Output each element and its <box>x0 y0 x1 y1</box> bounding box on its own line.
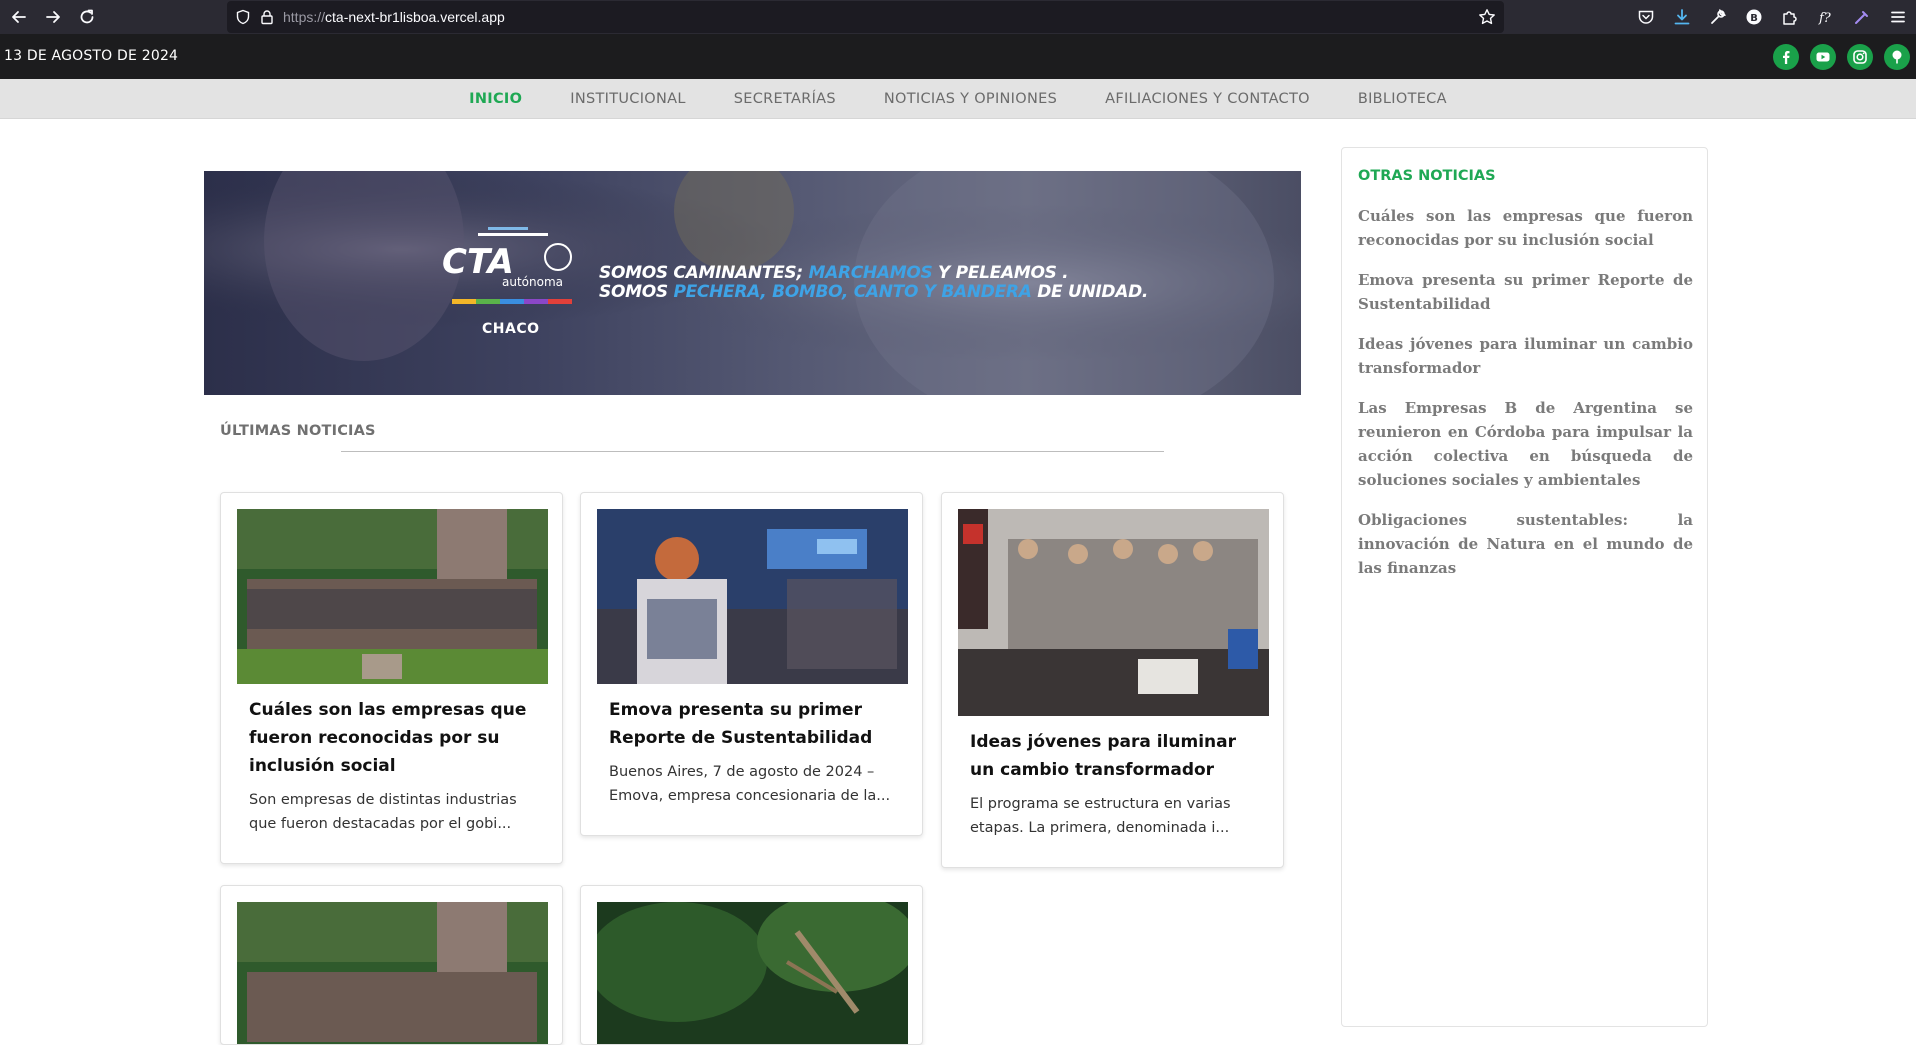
reload-icon <box>80 9 94 24</box>
wrench-icon <box>1711 8 1727 24</box>
banner-slogan-line1: SOMOS CAMINANTES; MARCHAMOS Y PELEAMOS . <box>599 263 1069 283</box>
other-news-item[interactable]: Obligaciones sustentables: la innovación… <box>1358 508 1693 580</box>
news-card[interactable]: Ideas jóvenes para iluminar un cambio tr… <box>941 492 1284 868</box>
puzzle-icon <box>1783 11 1797 25</box>
other-news-item[interactable]: Cuáles son las empresas que fueron recon… <box>1358 204 1693 252</box>
other-news-title: OTRAS NOTICIAS <box>1358 168 1496 184</box>
logo-sub: autónoma <box>502 275 563 289</box>
cta-logo: CTA autónoma <box>442 227 572 304</box>
lock-icon[interactable] <box>259 9 275 25</box>
pocket-button[interactable] <box>1628 0 1664 34</box>
forward-button[interactable] <box>36 0 70 34</box>
news-card[interactable]: Emova presenta su primer Reporte de Sust… <box>580 492 923 836</box>
function-icon: f? <box>1818 11 1832 26</box>
hamburger-icon <box>1891 11 1905 23</box>
nav-item-afiliaciones-contacto[interactable]: AFILIACIONES Y CONTACTO <box>1105 91 1310 107</box>
arrow-left-icon <box>12 11 26 23</box>
site-top-bar: 13 DE AGOSTO DE 2024 <box>0 34 1916 79</box>
eyedropper-icon <box>1855 11 1868 24</box>
arrow-right-icon <box>46 11 60 23</box>
other-news-list: Cuáles son las empresas que fueron recon… <box>1358 204 1693 596</box>
url-text[interactable]: https://cta-next-br1lisboa.vercel.app <box>283 9 505 25</box>
news-card-excerpt: Son empresas de distintas industrias que… <box>249 792 517 832</box>
url-bar[interactable]: https://cta-next-br1lisboa.vercel.app <box>227 1 1504 33</box>
shield-icon[interactable] <box>235 9 251 25</box>
b-badge-icon: B <box>1746 9 1762 25</box>
svg-text:f?: f? <box>1818 11 1832 26</box>
news-card-image[interactable] <box>597 509 908 684</box>
news-card-image[interactable] <box>597 902 908 1044</box>
other-news-item[interactable]: Ideas jóvenes para iluminar un cambio tr… <box>1358 332 1693 380</box>
banner-region: CHACO <box>482 321 540 337</box>
other-news-item[interactable]: Emova presenta su primer Reporte de Sust… <box>1358 268 1693 316</box>
youtube-icon[interactable] <box>1810 44 1836 70</box>
nav-item-institucional[interactable]: INSTITUCIONAL <box>570 91 686 107</box>
menu-button[interactable] <box>1880 0 1916 34</box>
url-host: cta-next-br1lisboa.vercel.app <box>325 9 505 25</box>
news-card-title[interactable]: Cuáles son las empresas que fueron recon… <box>249 696 544 780</box>
current-date: 13 DE AGOSTO DE 2024 <box>4 48 179 64</box>
reload-button[interactable] <box>70 0 104 34</box>
banner-slogan-line2: SOMOS PECHERA, BOMBO, CANTO Y BANDERA DE… <box>599 282 1149 302</box>
news-card-image[interactable] <box>237 902 548 1044</box>
browser-toolbar: https://cta-next-br1lisboa.vercel.app B … <box>0 0 1916 34</box>
news-card-title[interactable]: Ideas jóvenes para iluminar un cambio tr… <box>970 728 1265 784</box>
news-card-image[interactable] <box>958 509 1269 716</box>
section-divider <box>341 451 1164 452</box>
latest-news-title: ÚLTIMAS NOTICIAS <box>220 423 376 439</box>
svg-text:B: B <box>1750 13 1758 24</box>
downloads-button[interactable] <box>1664 0 1700 34</box>
download-icon <box>1674 9 1690 25</box>
social-links <box>1773 44 1910 70</box>
hero-banner: CTA autónoma SOMOS CAMINANTES; MARCHAMOS… <box>204 171 1301 395</box>
news-card-title[interactable]: Emova presenta su primer Reporte de Sust… <box>609 696 904 752</box>
other-news-item[interactable]: Las Empresas B de Argentina se reunieron… <box>1358 396 1693 492</box>
news-card-excerpt: El programa se estructura en varias etap… <box>970 796 1231 836</box>
devtools-button[interactable] <box>1700 0 1736 34</box>
news-card[interactable] <box>580 885 923 1045</box>
news-card-excerpt: Buenos Aires, 7 de agosto de 2024 – Emov… <box>609 764 891 804</box>
back-button[interactable] <box>2 0 36 34</box>
font-finder-button[interactable]: f? <box>1808 0 1844 34</box>
extension-b-button[interactable]: B <box>1736 0 1772 34</box>
instagram-icon[interactable] <box>1847 44 1873 70</box>
nav-item-biblioteca[interactable]: BIBLIOTECA <box>1358 91 1447 107</box>
facebook-icon[interactable] <box>1773 44 1799 70</box>
extensions-button[interactable] <box>1772 0 1808 34</box>
nav-item-secretarias[interactable]: SECRETARÍAS <box>734 91 836 107</box>
other-news-sidebar: OTRAS NOTICIAS Cuáles son las empresas q… <box>1341 147 1708 1027</box>
pocket-icon <box>1638 10 1654 24</box>
color-picker-button[interactable] <box>1844 0 1880 34</box>
url-protocol: https:// <box>283 9 326 25</box>
news-card[interactable] <box>220 885 563 1045</box>
news-card-image[interactable] <box>237 509 548 684</box>
main-navigation: INICIO INSTITUCIONAL SECRETARÍAS NOTICIA… <box>0 79 1916 119</box>
nav-item-inicio[interactable]: INICIO <box>469 91 522 107</box>
news-card[interactable]: Cuáles son las empresas que fueron recon… <box>220 492 563 864</box>
tree-icon[interactable] <box>1884 44 1910 70</box>
nav-item-noticias-opiniones[interactable]: NOTICIAS Y OPINIONES <box>884 91 1057 107</box>
bookmark-star-icon[interactable] <box>1478 8 1496 26</box>
